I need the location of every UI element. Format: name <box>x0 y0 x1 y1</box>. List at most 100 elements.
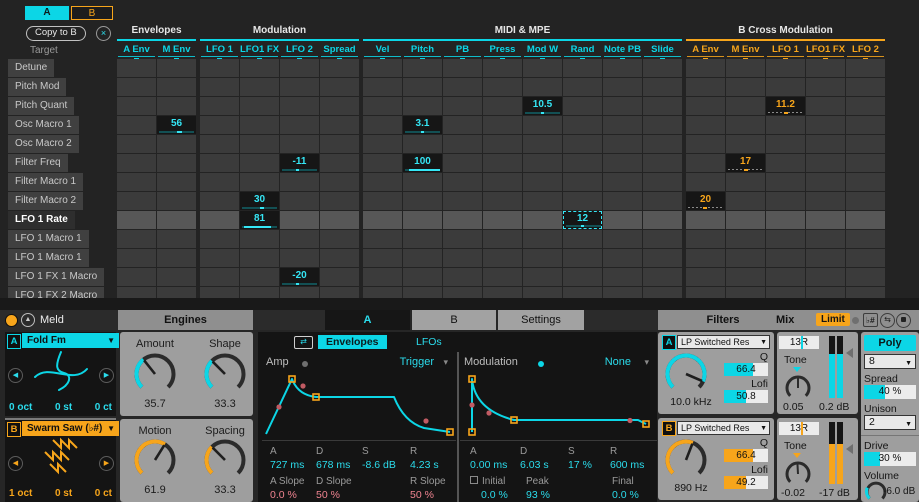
matrix-cell[interactable] <box>320 249 359 267</box>
matrix-cell[interactable] <box>686 78 725 96</box>
engine-b-selector[interactable]: Swarm Saw (♭#)▼ <box>22 421 119 436</box>
matrix-cell[interactable] <box>806 268 845 286</box>
matrix-row-label[interactable]: Filter Macro 1 <box>8 173 83 191</box>
mix-a-level-handle[interactable] <box>846 348 853 358</box>
matrix-column-header[interactable]: A Env <box>686 43 725 56</box>
amp-envelope-graph[interactable] <box>264 372 454 436</box>
matrix-cell[interactable] <box>200 249 239 267</box>
mod-amount-cell[interactable]: 100 <box>403 154 442 172</box>
matrix-cell[interactable] <box>806 173 845 191</box>
matrix-cell[interactable] <box>766 211 805 229</box>
matrix-cell[interactable] <box>117 173 156 191</box>
matrix-cell[interactable] <box>643 268 682 286</box>
mod-amount-cell[interactable]: 17 <box>726 154 765 172</box>
mod-amount-cell[interactable]: 11.2 <box>766 97 805 115</box>
mod-envelope-graph[interactable] <box>462 372 654 436</box>
matrix-cell[interactable] <box>686 116 725 134</box>
matrix-cell[interactable] <box>443 59 482 77</box>
matrix-column-header[interactable]: LFO 1 <box>200 43 239 56</box>
matrix-cell[interactable] <box>686 249 725 267</box>
filter-b-q-value[interactable]: 66.4 <box>724 449 768 462</box>
matrix-row-label[interactable]: LFO 1 FX 1 Macro <box>8 268 104 286</box>
mix-b-level-handle[interactable] <box>846 444 853 454</box>
matrix-cell[interactable] <box>686 211 725 229</box>
matrix-cell[interactable] <box>603 154 642 172</box>
matrix-cell[interactable] <box>363 211 402 229</box>
matrix-cell[interactable] <box>523 192 562 210</box>
matrix-cell[interactable] <box>603 78 642 96</box>
matrix-cell[interactable] <box>363 78 402 96</box>
matrix-cell[interactable] <box>320 268 359 286</box>
matrix-column-header[interactable]: LFO 2 <box>280 43 319 56</box>
matrix-cell[interactable] <box>240 268 279 286</box>
matrix-cell[interactable] <box>726 135 765 153</box>
matrix-cell[interactable] <box>563 154 602 172</box>
mod-amount-cell[interactable]: 10.5 <box>523 97 562 115</box>
matrix-column-header[interactable]: Vel <box>363 43 402 56</box>
matrix-cell[interactable] <box>563 78 602 96</box>
filter-a-lofi-value[interactable]: 50.8 <box>724 390 768 403</box>
matrix-cell[interactable] <box>766 59 805 77</box>
matrix-cell[interactable] <box>686 135 725 153</box>
matrix-cell[interactable] <box>563 268 602 286</box>
matrix-cell[interactable] <box>523 230 562 248</box>
matrix-cell[interactable] <box>280 116 319 134</box>
matrix-cell[interactable] <box>523 249 562 267</box>
matrix-cell[interactable] <box>403 249 442 267</box>
matrix-cell[interactable] <box>157 230 196 248</box>
matrix-cell[interactable] <box>363 154 402 172</box>
matrix-column-header[interactable]: PB <box>443 43 482 56</box>
matrix-cell[interactable] <box>443 154 482 172</box>
matrix-cell[interactable] <box>483 192 522 210</box>
matrix-cell[interactable] <box>806 249 845 267</box>
matrix-cell[interactable] <box>523 211 562 229</box>
matrix-cell[interactable] <box>563 230 602 248</box>
matrix-cell[interactable] <box>403 173 442 191</box>
save-preset-icon[interactable] <box>896 313 911 328</box>
filter-b-lofi-value[interactable]: 49.2 <box>724 476 768 489</box>
matrix-cell[interactable] <box>846 135 885 153</box>
matrix-cell[interactable] <box>643 230 682 248</box>
matrix-cell[interactable] <box>643 192 682 210</box>
matrix-cell[interactable] <box>483 268 522 286</box>
matrix-column-header[interactable]: Slide <box>643 43 682 56</box>
matrix-cell[interactable] <box>117 230 156 248</box>
matrix-row-label[interactable]: Pitch Quant <box>8 97 74 115</box>
filter-a-q-value[interactable]: 66.4 <box>724 363 768 376</box>
matrix-cell[interactable] <box>766 249 805 267</box>
matrix-cell[interactable] <box>483 59 522 77</box>
matrix-cell[interactable] <box>117 268 156 286</box>
matrix-cell[interactable] <box>643 135 682 153</box>
matrix-row-label[interactable]: Osc Macro 2 <box>8 135 79 153</box>
matrix-cell[interactable] <box>240 97 279 115</box>
matrix-cell[interactable] <box>403 192 442 210</box>
matrix-cell[interactable] <box>363 135 402 153</box>
matrix-column-header[interactable]: Pitch <box>403 43 442 56</box>
matrix-cell[interactable] <box>157 59 196 77</box>
matrix-cell[interactable] <box>280 211 319 229</box>
engine-b-next-icon[interactable]: ▶ <box>99 456 114 471</box>
scale-awareness-icon[interactable]: ♭# <box>863 313 878 327</box>
matrix-cell[interactable] <box>806 78 845 96</box>
matrix-cell[interactable] <box>643 97 682 115</box>
matrix-cell[interactable] <box>403 59 442 77</box>
matrix-cell[interactable] <box>726 268 765 286</box>
limit-toggle[interactable]: Limit <box>816 313 850 326</box>
matrix-cell[interactable] <box>563 249 602 267</box>
matrix-cell[interactable] <box>523 154 562 172</box>
filter-b-freq-knob[interactable] <box>664 438 708 487</box>
matrix-cell[interactable] <box>806 97 845 115</box>
matrix-cell[interactable] <box>117 154 156 172</box>
matrix-cell[interactable] <box>320 59 359 77</box>
matrix-cell[interactable] <box>363 230 402 248</box>
matrix-cell[interactable] <box>443 268 482 286</box>
matrix-column-header[interactable]: LFO 1 <box>766 43 805 56</box>
matrix-column-header[interactable]: LFO 2 <box>846 43 885 56</box>
matrix-cell[interactable] <box>523 268 562 286</box>
matrix-group-header[interactable]: B Cross Modulation <box>686 24 885 38</box>
matrix-cell[interactable] <box>240 78 279 96</box>
matrix-cell[interactable] <box>846 78 885 96</box>
matrix-cell[interactable] <box>806 192 845 210</box>
matrix-cell[interactable] <box>563 59 602 77</box>
matrix-cell[interactable] <box>280 173 319 191</box>
